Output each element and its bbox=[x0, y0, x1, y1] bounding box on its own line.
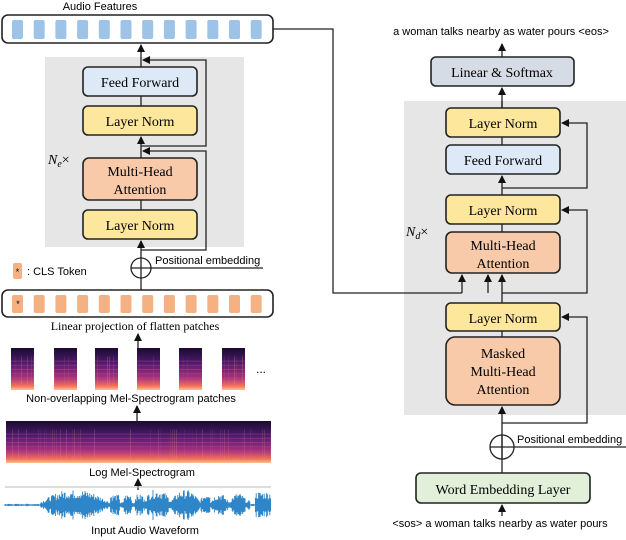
spectrogram-band bbox=[222, 373, 245, 375]
audio-feature-token bbox=[185, 20, 197, 39]
patch-token bbox=[120, 295, 132, 313]
encoder-layer-norm-bottom-label: Layer Norm bbox=[106, 219, 175, 234]
encoder-layer-norm-top-label: Layer Norm bbox=[106, 115, 175, 130]
spectrogram-band bbox=[95, 369, 118, 370]
spectrogram-band bbox=[137, 373, 160, 375]
word-embedding-label: Word Embedding Layer bbox=[436, 483, 571, 498]
spectrogram-band bbox=[6, 442, 271, 443]
spectrogram-band bbox=[222, 360, 245, 362]
decoder-positional-embedding-label: Positional embedding bbox=[517, 434, 622, 446]
spectrogram-band bbox=[11, 369, 34, 370]
patch-token bbox=[98, 295, 110, 313]
encoder-feed-forward-label: Feed Forward bbox=[101, 76, 179, 91]
spectrogram-band bbox=[137, 369, 160, 370]
decoder-output-text: a woman talks nearby as water pours <eos… bbox=[393, 26, 609, 38]
decoder-layer-norm-3-label: Layer Norm bbox=[469, 117, 538, 132]
spectrogram-band bbox=[222, 381, 245, 383]
linear-projection-label: Linear projection of flatten patches bbox=[51, 319, 220, 333]
input-audio-waveform bbox=[4, 490, 272, 520]
audio-feature-token bbox=[12, 20, 23, 39]
spectrogram-band bbox=[54, 364, 77, 366]
spectrogram-band bbox=[95, 360, 118, 362]
spectrogram-band bbox=[179, 373, 202, 375]
spectrogram-band bbox=[179, 369, 202, 370]
audio-feature-token bbox=[98, 20, 110, 39]
decoder-input-text: <sos> a woman talks nearby as water pour… bbox=[392, 518, 608, 530]
spectrogram-band bbox=[222, 377, 245, 379]
spectrogram-band bbox=[11, 381, 34, 383]
patch-token bbox=[77, 295, 89, 313]
audio-features-label: Audio Features bbox=[63, 1, 138, 13]
patches-label: Non-overlapping Mel-Spectrogram patches bbox=[26, 393, 236, 405]
audio-feature-token bbox=[33, 20, 45, 39]
patch-token bbox=[55, 295, 67, 313]
encoder-positional-embedding-label: Positional embedding bbox=[155, 255, 260, 267]
patch-token bbox=[250, 295, 262, 313]
audio-feature-token bbox=[163, 20, 175, 39]
spectrogram-band bbox=[95, 364, 118, 366]
spectrogram-band bbox=[179, 360, 202, 362]
patch-token bbox=[207, 295, 219, 313]
spectrogram-band bbox=[222, 369, 245, 370]
spectrogram-band bbox=[137, 377, 160, 379]
linear-softmax-label: Linear & Softmax bbox=[451, 66, 553, 81]
audio-feature-token bbox=[229, 20, 240, 39]
spectrogram-band bbox=[222, 364, 245, 366]
patch-token bbox=[163, 295, 175, 313]
audio-feature-token bbox=[207, 20, 219, 39]
cls-token-marker-in-sequence: * bbox=[16, 299, 20, 309]
decoder-layer-norm-1-label: Layer Norm bbox=[469, 312, 538, 327]
cls-token-legend-label: : CLS Token bbox=[27, 266, 87, 278]
patches-ellipsis: ... bbox=[256, 362, 266, 376]
decoder-layer-norm-2-label: Layer Norm bbox=[469, 204, 538, 219]
decoder-feed-forward-label: Feed Forward bbox=[464, 154, 542, 169]
masked-mha-label-2: Multi-Head bbox=[470, 365, 535, 380]
audio-feature-token bbox=[77, 20, 89, 39]
spectrogram-band bbox=[54, 377, 77, 379]
spectrogram-band bbox=[179, 381, 202, 383]
spectrogram-band bbox=[6, 450, 271, 452]
spectrogram-band bbox=[54, 369, 77, 370]
spectrogram-band bbox=[11, 373, 34, 375]
patch-token bbox=[33, 295, 45, 313]
spectrogram-band bbox=[54, 381, 77, 383]
encoder-mha-label-1: Multi-Head bbox=[107, 165, 172, 180]
encoder-mha-label-2: Attention bbox=[114, 183, 167, 198]
spectrogram-label: Log Mel-Spectrogram bbox=[89, 467, 195, 479]
audio-feature-token bbox=[55, 20, 67, 39]
spectrogram-band bbox=[179, 377, 202, 379]
audio-feature-token bbox=[142, 20, 154, 39]
cls-token-marker: * bbox=[16, 267, 20, 277]
patch-token bbox=[142, 295, 154, 313]
spectrogram-band bbox=[6, 446, 271, 448]
decoder-mha-label-2: Attention bbox=[477, 257, 530, 272]
spectrogram-band bbox=[11, 360, 34, 362]
patch-token bbox=[185, 295, 197, 313]
spectrogram-band bbox=[54, 360, 77, 362]
spectrogram-band bbox=[6, 437, 271, 439]
spectrogram-band bbox=[95, 381, 118, 383]
waveform-label: Input Audio Waveform bbox=[91, 525, 199, 537]
patch-token bbox=[229, 295, 240, 313]
spectrogram-band bbox=[11, 364, 34, 366]
spectrogram-band bbox=[95, 377, 118, 379]
spectrogram-band bbox=[137, 360, 160, 362]
spectrogram-band bbox=[137, 364, 160, 366]
masked-mha-label-1: Masked bbox=[481, 347, 525, 362]
decoder-mha-label-1: Multi-Head bbox=[470, 239, 535, 254]
spectrogram-band bbox=[179, 364, 202, 366]
spectrogram-band bbox=[137, 381, 160, 383]
log-mel-spectrogram bbox=[6, 421, 271, 463]
audio-feature-token bbox=[120, 20, 132, 39]
audio-feature-token bbox=[250, 20, 262, 39]
masked-mha-label-3: Attention bbox=[477, 383, 530, 398]
spectrogram-patches bbox=[11, 348, 245, 390]
spectrogram-band bbox=[54, 373, 77, 375]
spectrogram-band bbox=[11, 377, 34, 379]
spectrogram-band bbox=[6, 433, 271, 435]
spectrogram-band bbox=[6, 454, 271, 456]
spectrogram-band bbox=[95, 373, 118, 375]
architecture-diagram: Audio Features Ne× Feed Forward Layer No… bbox=[1, 1, 626, 537]
